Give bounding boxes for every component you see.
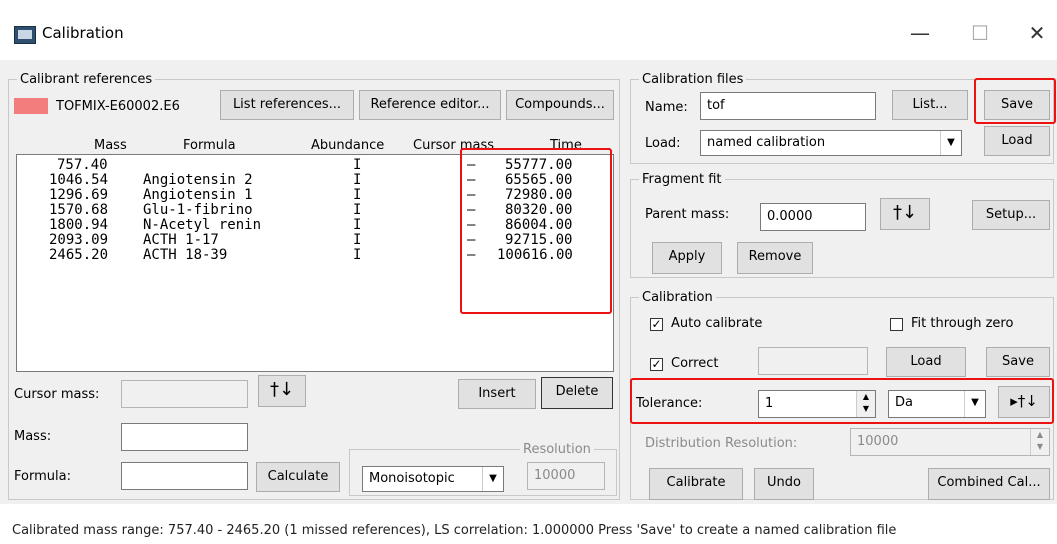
highlight-save-button [974,78,1056,124]
mass-field[interactable] [121,423,248,451]
resolution-legend: Resolution [523,442,591,457]
close-button[interactable]: ✕ [1017,18,1057,48]
column-header-mass[interactable]: Mass [94,138,127,153]
combined-calibration-button[interactable]: Combined Cal... [928,468,1050,500]
correct-checkbox[interactable]: ✓ [650,358,663,371]
auto-calibrate-checkbox[interactable]: ✓ [650,318,663,331]
calibrant-file-name: TOFMIX-E60002.E6 [56,99,180,114]
reference-editor-button[interactable]: Reference editor... [359,90,501,120]
isotope-select[interactable]: Monoisotopic ▼ [362,466,504,492]
load-select[interactable]: named calibration ▼ [700,130,962,156]
column-header-formula[interactable]: Formula [183,138,236,153]
fragment-fit-legend: Fragment fit [642,172,722,187]
highlight-tolerance-row [630,378,1054,424]
row-abundance: I [353,217,362,233]
distribution-resolution-field: 10000 ▲ ▼ [850,428,1050,456]
list-files-button[interactable]: List... [892,90,968,120]
cursor-mass-field [121,380,248,408]
title-bar: Calibration — ☐ ✕ [0,0,1057,62]
row-formula: ACTH 1-17 [143,232,219,248]
row-formula: N-Acetyl renin [143,217,262,233]
isotope-value: Monoisotopic [369,471,455,486]
row-formula: Angiotensin 2 [143,172,253,188]
chevron-down-icon: ▼ [482,467,503,491]
cursor-mass-label: Cursor mass: [14,387,100,402]
distribution-resolution-label: Distribution Resolution: [645,436,798,451]
insert-button[interactable]: Insert [458,379,536,409]
load-value: named calibration [707,135,826,150]
parent-mass-label: Parent mass: [645,207,730,222]
load-file-button[interactable]: Load [984,126,1050,156]
mass-label: Mass: [14,429,52,444]
row-abundance: I [353,232,362,248]
chevron-down-icon: ▼ [940,131,961,155]
apply-button[interactable]: Apply [652,242,722,274]
parent-mass-field[interactable]: 0.0000 [760,203,866,231]
row-mass: 2093.09 [49,232,109,248]
column-header-abundance[interactable]: Abundance [311,138,384,153]
remove-button[interactable]: Remove [737,242,813,274]
row-mass: 757.40 [57,157,108,173]
fit-through-zero-checkbox[interactable] [890,318,903,331]
row-mass: 1296.69 [49,187,109,203]
fit-through-zero-label: Fit through zero [911,316,1014,331]
resolution-field: 10000 [527,462,605,490]
calculate-button[interactable]: Calculate [256,462,340,492]
undo-button[interactable]: Undo [754,468,814,500]
window-title: Calibration [42,24,124,42]
maximize-button[interactable]: ☐ [960,18,1000,48]
distribution-resolution-value: 10000 [857,434,899,449]
calibrant-references-legend: Calibrant references [20,72,153,87]
auto-calibrate-label: Auto calibrate [671,316,763,331]
calibration-name-field[interactable]: tof [700,92,876,120]
row-mass: 1046.54 [49,172,109,188]
calibration-legend: Calibration [642,290,713,305]
row-formula: Glu-1-fibrino [143,202,253,218]
correction-save-button[interactable]: Save [986,347,1050,377]
correct-label: Correct [671,356,719,371]
row-mass: 1800.94 [49,217,109,233]
correction-load-button[interactable]: Load [886,347,966,377]
highlight-time-column [460,148,612,314]
minimize-button[interactable]: — [900,18,940,48]
row-formula: Angiotensin 1 [143,187,253,203]
row-formula: ACTH 18-39 [143,247,228,263]
formula-field[interactable] [121,462,248,490]
name-label: Name: [645,100,688,115]
parent-mass-pick-button[interactable]: †↓ [880,198,930,230]
row-abundance: I [353,172,362,188]
delete-button[interactable]: Delete [541,377,613,409]
row-mass: 1570.68 [49,202,109,218]
row-abundance: I [353,187,362,203]
load-label: Load: [645,136,681,151]
distribution-resolution-spinner: ▲ ▼ [1030,429,1049,455]
calibrate-button[interactable]: Calibrate [649,468,743,500]
app-icon [14,26,36,44]
calibration-files-legend: Calibration files [642,72,744,87]
row-abundance: I [353,247,362,263]
row-mass: 2465.20 [49,247,109,263]
correct-field [758,347,868,375]
status-bar: Calibrated mass range: 757.40 - 2465.20 … [12,523,897,538]
calibrant-color-swatch [14,98,48,114]
row-abundance: I [353,157,362,173]
formula-label: Formula: [14,469,71,484]
compounds-button[interactable]: Compounds... [506,90,614,120]
row-abundance: I [353,202,362,218]
setup-button[interactable]: Setup... [972,200,1050,230]
list-references-button[interactable]: List references... [220,90,354,120]
cursor-mass-pick-button[interactable]: †↓ [258,375,306,407]
